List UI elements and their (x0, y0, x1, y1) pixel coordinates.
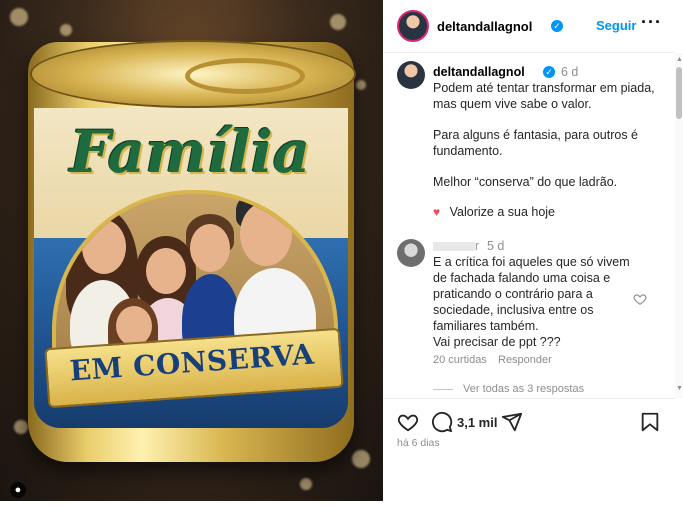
header-username[interactable]: deltandallagnol (437, 19, 532, 34)
small-girl-face (116, 306, 152, 346)
bokeh-light (356, 80, 366, 90)
bookmark-icon[interactable] (639, 411, 661, 433)
comment-line: Vai precisar de ppt ??? (433, 335, 561, 349)
reply-button[interactable]: Responder (498, 354, 552, 366)
user-tag-icon[interactable]: ● (10, 482, 26, 498)
post-date: há 6 dias (397, 437, 440, 449)
more-options-icon[interactable]: ··· (641, 12, 662, 33)
comment-time[interactable]: 5 d (487, 239, 504, 253)
caption-username[interactable]: deltandallagnol (433, 65, 525, 79)
post-side-panel: deltandallagnol ✓ Seguir ··· deltandalla… (383, 0, 683, 501)
profile-avatar[interactable] (397, 10, 429, 42)
boy-face (190, 224, 230, 272)
scroll-up-arrow-icon[interactable]: ▲ (676, 56, 683, 63)
comment-count: 3,1 mil (457, 415, 498, 430)
man-face (240, 202, 292, 266)
caption-line: Podem até tentar transformar em piada, (433, 81, 655, 95)
commenter-avatar[interactable] (397, 239, 425, 267)
verified-badge-icon: ✓ (551, 20, 563, 32)
redacted-username-block (433, 242, 475, 252)
comments-area[interactable]: deltandallagnol ✓ 6 d Podem até tentar t… (383, 53, 675, 398)
commenter-username-fragment: r (475, 239, 480, 253)
caption-line: mas quem vive sabe o valor. (433, 97, 592, 111)
bottom-strip (0, 501, 683, 511)
comment-line: E a crítica foi aqueles que só vivem (433, 255, 630, 269)
bokeh-light (10, 8, 28, 26)
girl-face (146, 248, 186, 294)
comment-like-heart-icon[interactable] (633, 292, 647, 306)
comments-scrollbar[interactable]: ▲ ▼ (675, 53, 683, 398)
commenter-username[interactable]: r (433, 239, 479, 253)
post-header: deltandallagnol ✓ Seguir ··· (383, 0, 675, 53)
comment-line: sociedade, inclusiva entre os (433, 303, 594, 317)
woman-face (82, 220, 126, 274)
comment-line: de fachada falando uma coisa e (433, 271, 611, 285)
bokeh-light (300, 478, 312, 490)
bokeh-light (330, 14, 346, 30)
familia-title: Família (69, 118, 311, 186)
caption-avatar[interactable] (397, 61, 425, 89)
comment-likes-count[interactable]: 20 curtidas (433, 354, 487, 366)
heart-emoji-icon: ♥ (433, 205, 441, 219)
replies-divider (433, 389, 453, 390)
pull-ring (185, 58, 305, 94)
bokeh-light (14, 420, 28, 434)
caption-last-line: Valorize a sua hoje (449, 205, 555, 219)
comment-line: praticando o contrário para a (433, 287, 593, 301)
bokeh-light (60, 24, 72, 36)
caption-line: Melhor “conserva” do que ladrão. (433, 175, 618, 189)
caption-time[interactable]: 6 d (561, 65, 578, 79)
view-replies-link[interactable]: Ver todas as 3 respostas (463, 383, 584, 395)
scroll-thumb[interactable] (676, 67, 682, 119)
verified-badge-icon: ✓ (543, 66, 555, 78)
comment-line: familiares também. (433, 319, 539, 333)
post-image[interactable]: Família EM CONSERVA ● (0, 0, 383, 501)
share-icon[interactable] (501, 411, 523, 433)
comment-icon[interactable] (431, 411, 453, 433)
scroll-down-arrow-icon[interactable]: ▼ (676, 385, 683, 392)
caption-heart-line: ♥ Valorize a sua hoje (433, 204, 555, 220)
follow-button[interactable]: Seguir (596, 18, 636, 33)
bokeh-light (352, 450, 370, 468)
caption-line: Para alguns é fantasia, para outros é (433, 128, 638, 142)
heart-icon[interactable] (397, 411, 419, 433)
caption-line: fundamento. (433, 144, 503, 158)
